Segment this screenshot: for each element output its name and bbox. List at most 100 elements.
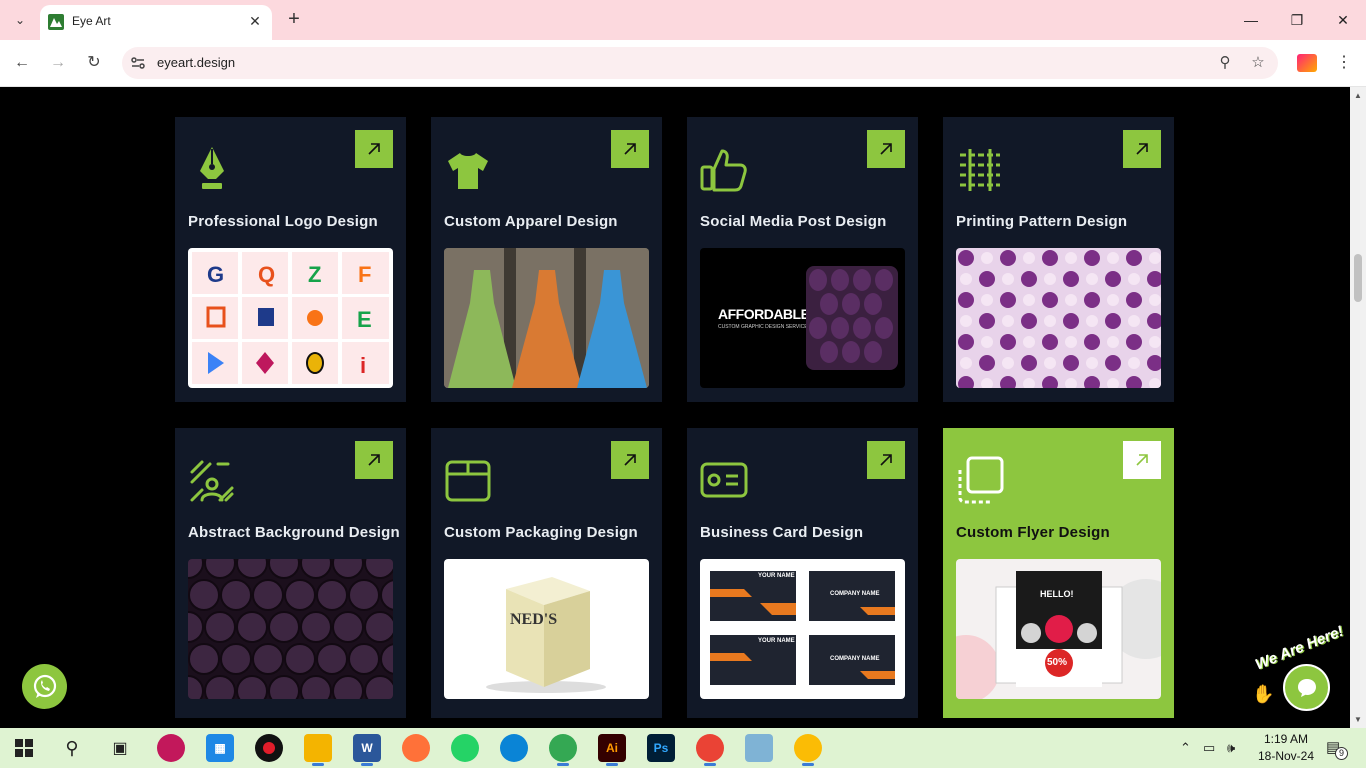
search-icon[interactable]: ⚲: [58, 734, 86, 762]
clock[interactable]: 1:19 AM 18-Nov-24: [1246, 731, 1326, 765]
business-cards-image: YOUR NAME COMPANY NAME YOUR NAME COMPANY…: [700, 559, 905, 699]
waving-hand-icon: ✋: [1252, 684, 1275, 704]
volume-icon[interactable]: 🕪: [1227, 740, 1235, 756]
scroll-down-arrow-icon[interactable]: ▼: [1354, 715, 1362, 724]
service-card-business[interactable]: Business Card Design YOUR NAME COMPANY N…: [687, 428, 918, 718]
whatsapp-app-icon[interactable]: [451, 734, 479, 762]
flyer-icon: [958, 456, 1004, 504]
flyers-image: HELLO! 50%: [956, 559, 1161, 699]
tshirt-icon: [448, 153, 488, 189]
tab-search-chevron-icon[interactable]: ⌄: [8, 8, 32, 32]
flyer-hello: HELLO!: [1040, 589, 1074, 599]
chrome-app-icon[interactable]: [549, 734, 577, 766]
service-title: Custom Flyer Design: [956, 524, 1110, 541]
notes-app-icon[interactable]: [745, 734, 773, 762]
photoshop-app-icon[interactable]: Ps: [647, 734, 675, 762]
circles-background-image: [188, 559, 393, 699]
address-bar[interactable]: eyeart.design ⚲ ☆: [122, 47, 1278, 79]
arrow-up-right-icon[interactable]: [1123, 441, 1161, 479]
neds-box-image: NED'S: [444, 559, 649, 699]
network-icon[interactable]: ▭: [1203, 740, 1215, 756]
service-title: Business Card Design: [700, 524, 864, 541]
pattern-grid-icon: [960, 149, 1000, 191]
illustrator-app-icon[interactable]: Ai: [598, 734, 626, 766]
chrome-profile-app-icon[interactable]: [696, 734, 724, 766]
browser-tab[interactable]: Eye Art ✕: [40, 5, 272, 40]
svg-text:G: G: [207, 262, 224, 287]
new-tab-button[interactable]: +: [282, 8, 306, 32]
card-company-1: COMPANY NAME: [830, 591, 880, 597]
service-title: Printing Pattern Design: [956, 213, 1128, 230]
arrow-up-right-icon[interactable]: [867, 130, 905, 168]
svg-text:i: i: [360, 353, 366, 378]
store-app-icon[interactable]: ▦: [206, 734, 234, 762]
service-card-pattern[interactable]: Printing Pattern Design: [943, 117, 1174, 402]
site-info-icon[interactable]: [130, 55, 146, 71]
tab-title: Eye Art: [72, 14, 111, 28]
extension-icon[interactable]: [1297, 54, 1317, 72]
box-brand-text: NED'S: [510, 611, 558, 628]
service-title: Custom Apparel Design: [444, 213, 618, 230]
firefox-app-icon[interactable]: [402, 734, 430, 762]
service-title: Abstract Background Design: [188, 524, 400, 541]
affordable-sub: CUSTOM GRAPHIC DESIGN SERVICES: [718, 324, 811, 330]
chat-button[interactable]: [1283, 664, 1330, 711]
word-app-icon[interactable]: W: [353, 734, 381, 766]
service-card-logo[interactable]: Professional Logo Design G Q Z F E i: [175, 117, 406, 402]
notifications-icon[interactable]: ▤ 9: [1326, 738, 1348, 760]
card-name-2: YOUR NAME: [758, 638, 795, 644]
scroll-thumb[interactable]: [1354, 254, 1362, 302]
restore-icon[interactable]: ❐: [1282, 8, 1312, 32]
box-icon: [445, 460, 491, 502]
pen-nib-icon: [200, 147, 224, 189]
minimize-icon[interactable]: —: [1236, 8, 1266, 32]
arrow-up-right-icon[interactable]: [355, 130, 393, 168]
flyer-discount: 50%: [1047, 657, 1068, 668]
chat-bubble-icon: [1297, 678, 1316, 697]
arrow-up-right-icon[interactable]: [867, 441, 905, 479]
affordable-image: AFFORDABLE CUSTOM GRAPHIC DESIGN SERVICE…: [700, 248, 905, 388]
reload-icon[interactable]: ↻: [83, 52, 105, 74]
svg-text:Z: Z: [308, 262, 321, 287]
service-card-apparel[interactable]: Custom Apparel Design: [431, 117, 662, 402]
back-icon[interactable]: ←: [11, 52, 33, 74]
bookmark-star-icon[interactable]: ☆: [1249, 54, 1267, 72]
clock-date: 18-Nov-24: [1257, 749, 1315, 763]
logo-grid-image: G Q Z F E i: [188, 248, 393, 388]
purple-pattern-image: [956, 248, 1161, 388]
service-title: Custom Packaging Design: [444, 524, 638, 541]
arrow-up-right-icon[interactable]: [611, 130, 649, 168]
service-card-packaging[interactable]: Custom Packaging Design NED'S: [431, 428, 662, 718]
service-card-abstract[interactable]: Abstract Background Design: [175, 428, 406, 718]
close-tab-icon[interactable]: ✕: [246, 12, 264, 30]
svg-text:Q: Q: [258, 262, 275, 287]
tray-chevron-icon[interactable]: ⌃: [1180, 740, 1191, 756]
service-card-social[interactable]: Social Media Post Design AFFORDABLE CUST…: [687, 117, 918, 402]
arrow-up-right-icon[interactable]: [611, 441, 649, 479]
eye-art-favicon-icon: [48, 14, 64, 30]
whatsapp-icon: [33, 674, 56, 698]
scroll-up-arrow-icon[interactable]: ▲: [1354, 91, 1362, 100]
browser-tab-bar: ⌄ Eye Art ✕ + — ❐ ✕: [0, 0, 1366, 40]
url-text[interactable]: eyeart.design: [157, 55, 235, 70]
arrow-up-right-icon[interactable]: [355, 441, 393, 479]
edge-app-icon[interactable]: [500, 734, 528, 762]
forward-icon[interactable]: →: [47, 52, 69, 74]
whatsapp-button[interactable]: [22, 664, 67, 709]
arrow-up-right-icon[interactable]: [1123, 130, 1161, 168]
zoom-icon[interactable]: ⚲: [1216, 54, 1234, 72]
paint-app-icon[interactable]: [157, 734, 185, 762]
chrome-active-app-icon[interactable]: [794, 734, 822, 766]
dresses-image: [444, 248, 649, 388]
abstract-lines-icon: [190, 460, 234, 502]
windows-start-icon[interactable]: [10, 734, 38, 762]
id-card-icon: [700, 462, 748, 498]
record-app-icon[interactable]: [255, 734, 283, 762]
window-close-icon[interactable]: ✕: [1328, 8, 1358, 32]
service-card-flyer[interactable]: Custom Flyer Design HELLO! 50%: [943, 428, 1174, 718]
page-scrollbar[interactable]: ▲ ▼: [1350, 87, 1366, 728]
file-explorer-icon[interactable]: [304, 734, 332, 766]
browser-menu-icon[interactable]: ⋮: [1336, 52, 1352, 74]
service-title: Social Media Post Design: [700, 213, 887, 230]
task-view-icon[interactable]: ▣: [106, 734, 134, 762]
